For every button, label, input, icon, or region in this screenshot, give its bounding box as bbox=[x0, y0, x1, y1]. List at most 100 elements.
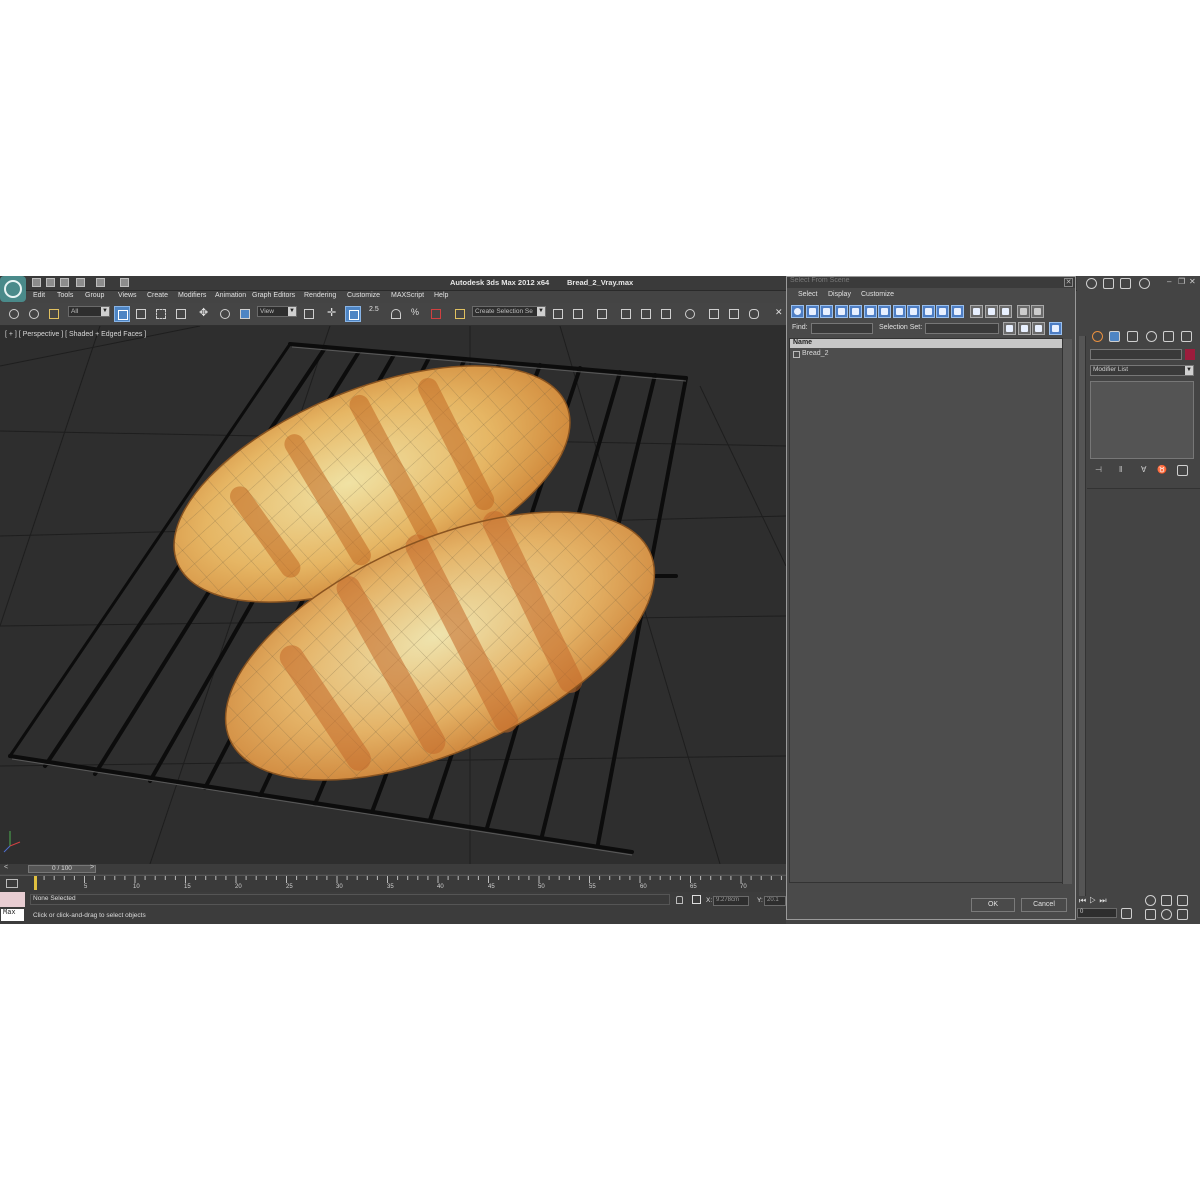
menu-animation[interactable]: Animation bbox=[215, 292, 246, 299]
display-spacewarps-button[interactable] bbox=[864, 305, 877, 318]
use-pivot-center-button[interactable] bbox=[301, 306, 317, 322]
restore-icon[interactable]: ❐ bbox=[1178, 277, 1185, 286]
viewport-label[interactable]: [ + ] [ Perspective ] [ Shaded + Edged F… bbox=[5, 331, 146, 338]
display-xrefs-button[interactable] bbox=[893, 305, 906, 318]
display-geometry-button[interactable] bbox=[791, 305, 804, 318]
new-file-icon[interactable] bbox=[32, 278, 41, 287]
maximize-viewport-icon[interactable] bbox=[1177, 909, 1188, 920]
graphite-ribbon-button[interactable] bbox=[618, 306, 634, 322]
absolute-mode-icon[interactable] bbox=[692, 895, 701, 904]
ok-button[interactable]: OK bbox=[971, 898, 1015, 912]
object-color-swatch[interactable] bbox=[1185, 349, 1195, 360]
material-editor-button[interactable] bbox=[682, 306, 698, 322]
display-all-button[interactable] bbox=[970, 305, 983, 318]
dialog-close-button[interactable]: ✕ bbox=[1064, 278, 1073, 287]
select-by-name-button[interactable] bbox=[133, 306, 149, 322]
maxscript-mini-listener[interactable]: Max bbox=[1, 909, 24, 921]
show-end-result-icon[interactable]: ‖ bbox=[1119, 465, 1130, 476]
menu-modifiers[interactable]: Modifiers bbox=[178, 292, 206, 299]
maxscript-listener-box[interactable] bbox=[0, 892, 25, 907]
minimize-icon[interactable]: – bbox=[1167, 277, 1171, 286]
sync-selection-button[interactable] bbox=[1049, 322, 1062, 335]
help-icon[interactable] bbox=[1139, 278, 1150, 289]
perspective-viewport[interactable]: [ + ] [ Perspective ] [ Shaded + Edged F… bbox=[0, 326, 786, 864]
select-all-button[interactable] bbox=[1003, 322, 1016, 335]
menu-customize[interactable]: Customize bbox=[347, 292, 380, 299]
menu-tools[interactable]: Tools bbox=[57, 292, 73, 299]
render-production-button[interactable] bbox=[746, 306, 762, 322]
zoom-extents-icon[interactable] bbox=[1177, 895, 1188, 906]
rendered-frame-window-button[interactable] bbox=[726, 306, 742, 322]
close-icon[interactable]: ✕ bbox=[1189, 277, 1196, 286]
display-groups-button[interactable] bbox=[878, 305, 891, 318]
menu-views[interactable]: Views bbox=[118, 292, 137, 299]
app-logo-button[interactable] bbox=[0, 276, 26, 302]
field-of-view-icon[interactable] bbox=[1145, 909, 1156, 920]
remove-modifier-icon[interactable]: ♉ bbox=[1157, 465, 1168, 476]
panel-divider[interactable] bbox=[1079, 336, 1086, 896]
motion-tab-icon[interactable] bbox=[1146, 331, 1157, 342]
display-invert-button[interactable] bbox=[999, 305, 1012, 318]
filter-button[interactable] bbox=[1017, 305, 1030, 318]
cancel-button[interactable]: Cancel bbox=[1021, 898, 1067, 912]
display-frozen-button[interactable] bbox=[936, 305, 949, 318]
pin-stack-icon[interactable]: ⊣ bbox=[1095, 465, 1106, 476]
select-and-move-button[interactable]: ✥ bbox=[197, 306, 213, 322]
create-tab-icon[interactable] bbox=[1092, 331, 1103, 342]
selection-filter-dropdown[interactable]: All ▼ bbox=[68, 306, 110, 317]
menu-create[interactable]: Create bbox=[147, 292, 168, 299]
dialog-menu-display[interactable]: Display bbox=[828, 291, 851, 298]
mirror-button[interactable] bbox=[550, 306, 566, 322]
modifier-stack[interactable] bbox=[1090, 381, 1194, 459]
percent-snap-button[interactable]: % bbox=[408, 306, 424, 322]
select-and-manipulate-button[interactable]: ✛ bbox=[325, 306, 341, 322]
curve-editor-button[interactable] bbox=[638, 306, 654, 322]
align-button[interactable] bbox=[570, 306, 586, 322]
scene-object-list[interactable]: Name Bread_2 bbox=[789, 338, 1072, 884]
select-and-scale-button[interactable] bbox=[237, 306, 253, 322]
display-none-button[interactable] bbox=[985, 305, 998, 318]
selection-set-dropdown[interactable] bbox=[925, 323, 999, 334]
track-bar[interactable]: 5 10 15 20 25 30 35 40 45 50 55 60 65 70 bbox=[0, 875, 786, 892]
select-object-button[interactable] bbox=[114, 306, 130, 322]
display-tab-icon[interactable] bbox=[1163, 331, 1174, 342]
time-slider[interactable]: < 0 / 100 > bbox=[0, 864, 786, 874]
link-icon[interactable] bbox=[1086, 278, 1097, 289]
edit-named-selection-button[interactable] bbox=[452, 306, 468, 322]
named-selection-sets-dropdown[interactable]: Create Selection Se ▼ bbox=[472, 306, 546, 317]
select-and-link-button[interactable] bbox=[6, 306, 22, 322]
display-bones-button[interactable] bbox=[907, 305, 920, 318]
display-hidden-button[interactable] bbox=[951, 305, 964, 318]
render-setup-button[interactable] bbox=[706, 306, 722, 322]
modifier-list-dropdown[interactable]: Modifier List ▼ bbox=[1090, 365, 1194, 376]
menu-rendering[interactable]: Rendering bbox=[304, 292, 336, 299]
lock-icon[interactable] bbox=[676, 896, 683, 904]
undo-icon[interactable] bbox=[76, 278, 85, 287]
dialog-menu-customize[interactable]: Customize bbox=[861, 291, 894, 298]
list-scrollbar[interactable] bbox=[1062, 339, 1072, 884]
display-helpers-button[interactable] bbox=[849, 305, 862, 318]
schematic-view-button[interactable] bbox=[658, 306, 674, 322]
utilities-tab-icon[interactable] bbox=[1181, 331, 1192, 342]
display-containers-button[interactable] bbox=[922, 305, 935, 318]
unlink-selection-button[interactable] bbox=[26, 306, 42, 322]
select-none-button[interactable] bbox=[1018, 322, 1031, 335]
make-unique-icon[interactable]: ∀ bbox=[1141, 465, 1152, 476]
star-icon[interactable] bbox=[1120, 278, 1131, 289]
menu-graph-editors[interactable]: Graph Editors bbox=[252, 292, 295, 299]
angle-snap-button[interactable] bbox=[388, 306, 404, 322]
select-and-rotate-button[interactable] bbox=[217, 306, 233, 322]
find-input[interactable] bbox=[811, 323, 873, 334]
layer-manager-button[interactable] bbox=[594, 306, 610, 322]
keyboard-shortcut-override-button[interactable] bbox=[345, 306, 361, 322]
rectangular-selection-button[interactable] bbox=[153, 306, 169, 322]
object-name-field[interactable] bbox=[1090, 349, 1182, 360]
zoom-all-icon[interactable] bbox=[1161, 895, 1172, 906]
x-coord-field[interactable]: 9.278cm bbox=[713, 896, 749, 906]
bind-space-warp-button[interactable] bbox=[46, 306, 62, 322]
redo-icon[interactable] bbox=[96, 278, 105, 287]
save-file-icon[interactable] bbox=[60, 278, 69, 287]
time-configuration-icon[interactable] bbox=[1121, 908, 1132, 919]
current-frame-field[interactable]: 0 bbox=[1077, 908, 1117, 918]
time-next-arrow-icon[interactable]: > bbox=[90, 864, 94, 871]
